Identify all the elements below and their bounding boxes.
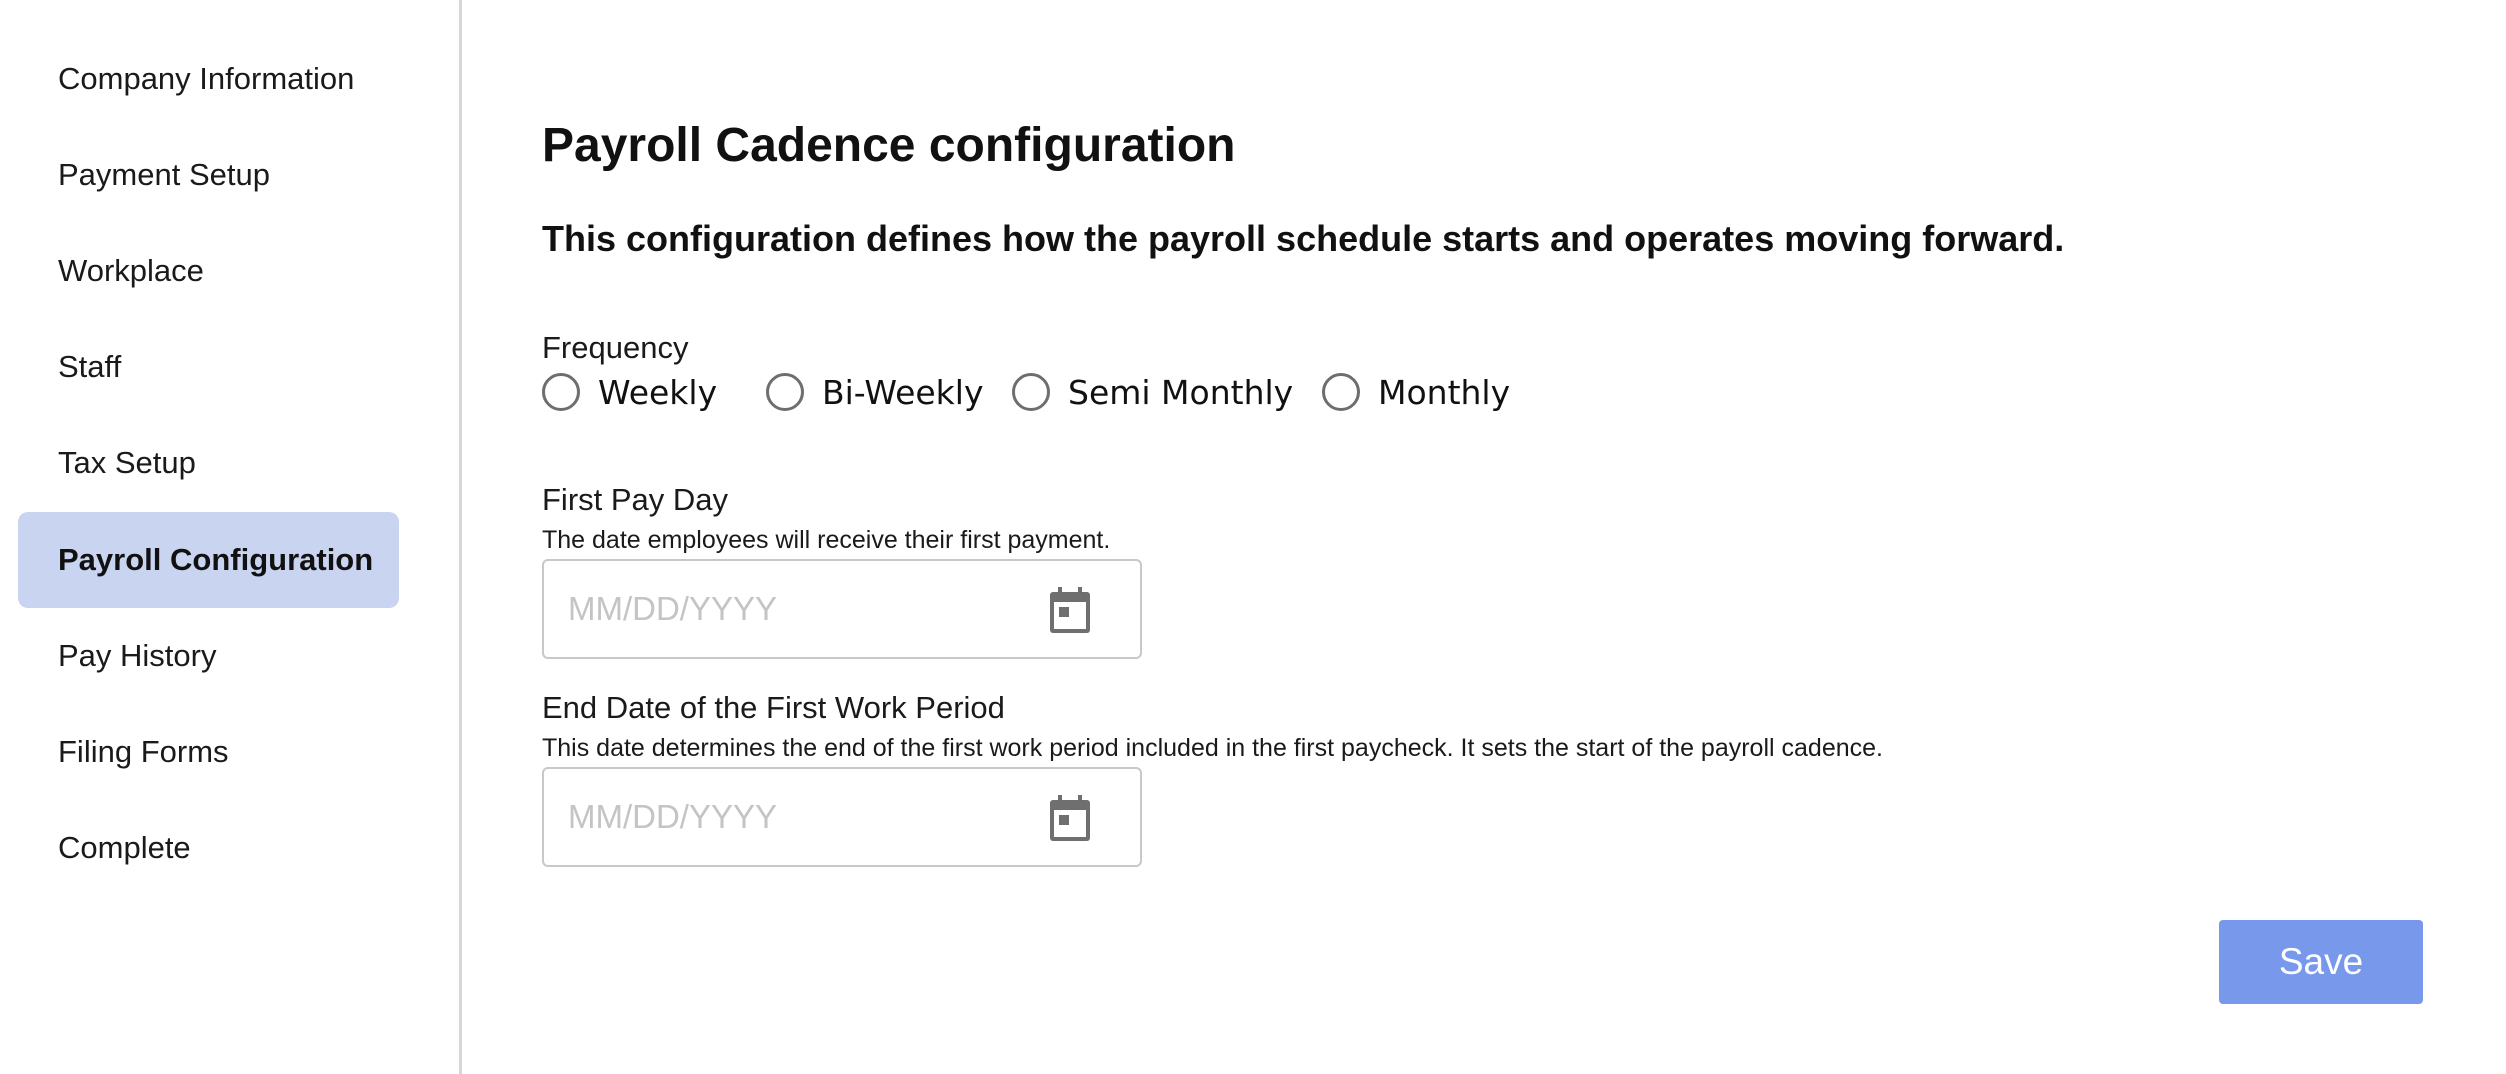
sidebar-item-label: Filing Forms [58,734,229,769]
frequency-label: Frequency [542,330,689,365]
radio-circle[interactable] [542,373,580,411]
end-date-input[interactable] [568,769,1008,865]
app: Company Information Payment Setup Workpl… [0,0,2506,1074]
sidebar-item-label: Complete [58,830,191,865]
sidebar-item-label: Payment Setup [58,157,270,192]
radio-weekly[interactable]: Weekly [542,372,717,412]
sidebar-item-tax-setup[interactable]: Tax Setup [18,415,399,511]
calendar-icon[interactable] [1050,795,1090,841]
radio-label: Weekly [598,372,718,412]
sidebar: Company Information Payment Setup Workpl… [0,0,462,1074]
sidebar-item-pay-history[interactable]: Pay History [18,608,399,704]
first-pay-day-field[interactable] [542,559,1142,659]
radio-semi-monthly[interactable]: Semi Monthly [1012,372,1293,412]
end-date-label: End Date of the First Work Period [542,690,1005,725]
page-subtitle: This configuration defines how the payro… [542,218,2065,259]
sidebar-item-company-information[interactable]: Company Information [18,31,399,127]
radio-monthly[interactable]: Monthly [1322,372,1510,412]
radio-circle[interactable] [766,373,804,411]
radio-label: Monthly [1378,372,1511,412]
first-pay-day-label: First Pay Day [542,482,729,517]
sidebar-item-payment-setup[interactable]: Payment Setup [18,127,399,223]
first-pay-day-input[interactable] [568,561,1008,657]
main-content: Payroll Cadence configuration This confi… [542,0,2506,1074]
sidebar-item-payroll-configuration[interactable]: Payroll Configuration [18,512,399,608]
radio-label: Bi-Weekly [822,372,984,412]
first-pay-day-help: The date employees will receive their fi… [542,526,1111,554]
sidebar-item-label: Company Information [58,61,355,96]
sidebar-item-staff[interactable]: Staff [18,319,399,415]
sidebar-item-label: Tax Setup [58,445,196,480]
calendar-icon[interactable] [1050,587,1090,633]
sidebar-item-label: Staff [58,349,122,384]
end-date-help: This date determines the end of the firs… [542,734,1883,762]
page-title: Payroll Cadence configuration [542,119,1236,172]
sidebar-item-workplace[interactable]: Workplace [18,223,399,319]
sidebar-item-complete[interactable]: Complete [18,800,399,896]
radio-circle[interactable] [1322,373,1360,411]
save-button[interactable]: Save [2219,920,2423,1004]
radio-bi-weekly[interactable]: Bi-Weekly [766,372,984,412]
sidebar-item-label: Payroll Configuration [58,542,374,577]
radio-label: Semi Monthly [1068,372,1294,412]
sidebar-item-filing-forms[interactable]: Filing Forms [18,704,399,800]
sidebar-item-label: Pay History [58,638,217,673]
sidebar-item-label: Workplace [58,253,204,288]
radio-circle[interactable] [1012,373,1050,411]
end-date-field[interactable] [542,767,1142,867]
